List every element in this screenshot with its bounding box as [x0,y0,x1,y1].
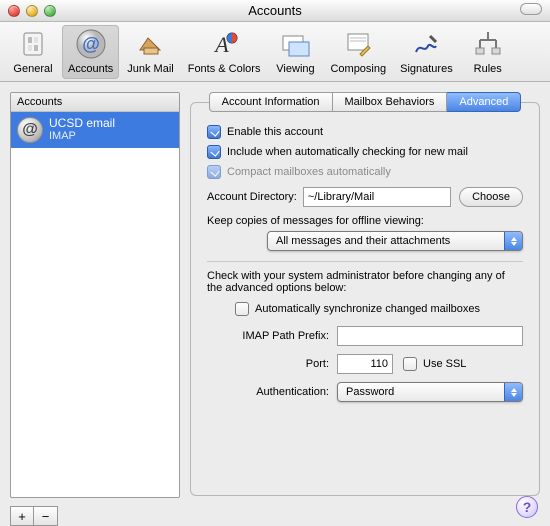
authentication-value: Password [346,386,394,398]
close-window-button[interactable] [8,5,20,17]
account-directory-label: Account Directory: [207,191,297,203]
account-name: UCSD email [49,116,115,130]
account-tabs: Account Information Mailbox Behaviors Ad… [190,92,540,112]
accounts-sidebar: Accounts @ UCSD email IMAP [10,92,180,498]
window-title: Accounts [0,3,550,18]
zoom-window-button[interactable] [44,5,56,17]
compact-mailboxes-label: Compact mailboxes automatically [227,166,391,178]
composing-icon [341,27,375,61]
toolbar-item-composing[interactable]: Composing [324,25,392,79]
authentication-label: Authentication: [207,386,337,398]
include-auto-check-label: Include when automatically checking for … [227,146,468,158]
tab-account-information[interactable]: Account Information [209,92,333,112]
imap-prefix-label: IMAP Path Prefix: [207,330,337,342]
window-titlebar: Accounts [0,0,550,22]
popup-arrows-icon [504,232,522,250]
port-label: Port: [207,358,337,370]
enable-account-checkbox[interactable] [207,125,221,139]
auto-sync-label: Automatically synchronize changed mailbo… [255,303,480,315]
toolbar-label: Fonts & Colors [188,63,261,75]
toolbar-label: Rules [474,63,502,75]
fonts-colors-icon: A [207,27,241,61]
compact-mailboxes-checkbox [207,165,221,179]
use-ssl-checkbox[interactable] [403,357,417,371]
signatures-icon [409,27,443,61]
keep-copies-popup[interactable]: All messages and their attachments [267,231,523,251]
toolbar-label: Junk Mail [127,63,173,75]
toolbar-item-fonts-colors[interactable]: A Fonts & Colors [182,25,267,79]
at-sign-icon: @ [74,27,108,61]
keep-copies-value: All messages and their attachments [276,235,450,247]
toolbar-item-accounts[interactable]: @ Accounts [62,25,119,79]
viewing-icon [278,27,312,61]
toolbar-label: Composing [330,63,386,75]
advanced-panel: Enable this account Include when automat… [190,102,540,496]
use-ssl-label: Use SSL [423,358,466,370]
svg-text:@: @ [82,34,100,54]
rules-icon [471,27,505,61]
toolbar-label: Accounts [68,63,113,75]
popup-arrows-icon [504,383,522,401]
account-directory-field [303,187,451,207]
toolbar-item-general[interactable]: General [6,25,60,79]
section-separator [207,261,523,262]
toolbar-label: Signatures [400,63,453,75]
toolbar-pill-button[interactable] [520,3,542,15]
toolbar-item-rules[interactable]: Rules [461,25,515,79]
toolbar-item-junk-mail[interactable]: Junk Mail [121,25,179,79]
port-field[interactable] [337,354,393,374]
toolbar-label: General [13,63,52,75]
toolbar-item-viewing[interactable]: Viewing [268,25,322,79]
toolbar-label: Viewing [276,63,314,75]
auto-sync-checkbox[interactable] [235,302,249,316]
window-controls [8,5,56,17]
help-button[interactable]: ? [516,496,538,518]
choose-directory-button[interactable]: Choose [459,187,523,207]
enable-account-label: Enable this account [227,126,323,138]
tab-advanced[interactable]: Advanced [447,92,521,112]
account-list-item[interactable]: @ UCSD email IMAP [11,112,179,148]
keep-copies-label: Keep copies of messages for offline view… [207,215,523,227]
toolbar-item-signatures[interactable]: Signatures [394,25,459,79]
svg-text:A: A [213,32,229,57]
remove-account-button[interactable]: − [34,506,58,526]
admin-note: Check with your system administrator bef… [207,270,523,294]
minimize-window-button[interactable] [26,5,38,17]
sidebar-header: Accounts [11,93,179,112]
include-auto-check-checkbox[interactable] [207,145,221,159]
tab-mailbox-behaviors[interactable]: Mailbox Behaviors [333,92,448,112]
authentication-popup[interactable]: Password [337,382,523,402]
imap-prefix-field[interactable] [337,326,523,346]
switch-icon [16,27,50,61]
at-sign-icon: @ [17,117,43,143]
add-account-button[interactable]: + [10,506,34,526]
junk-mail-icon [133,27,167,61]
account-type: IMAP [49,130,115,143]
preferences-toolbar: General @ Accounts Junk Mail A Fonts & C… [0,22,550,82]
